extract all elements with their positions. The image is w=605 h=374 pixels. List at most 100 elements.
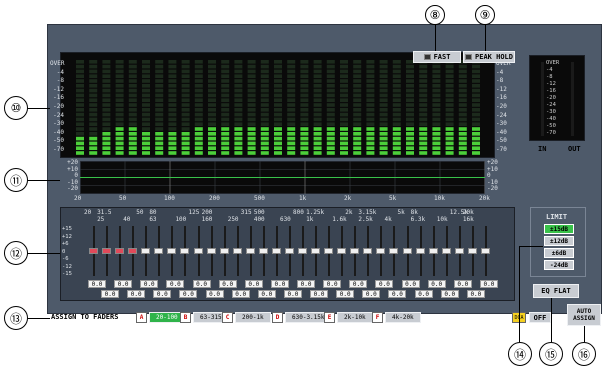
limit-option[interactable]: ±12dB bbox=[544, 236, 574, 246]
fader-knob[interactable] bbox=[454, 248, 464, 254]
fader-value[interactable]: 0.0 bbox=[453, 280, 472, 288]
auto-assign-button[interactable]: AUTO ASSIGN bbox=[567, 304, 601, 326]
meter-segment bbox=[115, 132, 124, 136]
fader-value[interactable]: 0.0 bbox=[270, 280, 289, 288]
fader-knob[interactable] bbox=[206, 248, 216, 254]
fader-freq-label: 100 bbox=[175, 216, 187, 223]
fader-knob[interactable] bbox=[102, 248, 112, 254]
fader-knob[interactable] bbox=[337, 248, 347, 254]
fader-knob[interactable] bbox=[363, 248, 373, 254]
eq-flat-button[interactable]: EQ FLAT bbox=[533, 284, 579, 298]
fader-knob[interactable] bbox=[324, 248, 334, 254]
fader-knob[interactable] bbox=[415, 248, 425, 254]
callout-8: ⑧ bbox=[425, 5, 445, 25]
fader-value[interactable]: 0.0 bbox=[297, 280, 316, 288]
meter-segment bbox=[155, 108, 164, 112]
limit-option[interactable]: ±6dB bbox=[544, 248, 574, 258]
meter-segment bbox=[458, 98, 467, 102]
fader-knob[interactable] bbox=[350, 248, 360, 254]
fader-knob[interactable] bbox=[128, 248, 138, 254]
meter-segment bbox=[260, 103, 269, 107]
fader-value[interactable]: 0.0 bbox=[388, 290, 407, 298]
fader-value[interactable]: 0.0 bbox=[375, 280, 394, 288]
fader-value[interactable]: 0.0 bbox=[310, 290, 329, 298]
fader-value[interactable]: 0.0 bbox=[101, 290, 120, 298]
meter-segment bbox=[128, 103, 137, 107]
meter-segment bbox=[379, 74, 388, 78]
fader-knob[interactable] bbox=[154, 248, 164, 254]
meter-segment bbox=[406, 79, 414, 83]
off-button[interactable]: OFF bbox=[529, 312, 551, 323]
meter-scale-label: -40 bbox=[53, 128, 64, 136]
meter-segment bbox=[181, 151, 190, 155]
fader-knob[interactable] bbox=[89, 248, 98, 254]
assign-group-e[interactable]: E 2k-10k bbox=[324, 312, 373, 323]
meter-segment bbox=[234, 127, 243, 131]
callout-16-leader bbox=[584, 326, 585, 342]
fader-value[interactable]: 0.0 bbox=[218, 280, 237, 288]
fader-knob[interactable] bbox=[284, 248, 294, 254]
fader-knob[interactable] bbox=[428, 248, 438, 254]
peak-hold-button[interactable]: PEAK HOLD bbox=[463, 51, 515, 63]
fader-value[interactable]: 0.0 bbox=[153, 290, 172, 298]
fader-knob[interactable] bbox=[402, 248, 412, 254]
meter-segment bbox=[208, 146, 216, 150]
fader-knob[interactable] bbox=[115, 248, 125, 254]
fader-value[interactable]: 0.0 bbox=[231, 290, 250, 298]
fader-knob[interactable] bbox=[271, 248, 281, 254]
fader-knob[interactable] bbox=[389, 248, 399, 254]
fader-knob[interactable] bbox=[480, 248, 490, 254]
fader-knob[interactable] bbox=[232, 248, 242, 254]
limit-option[interactable]: ±15dB bbox=[544, 224, 574, 234]
meter-segment bbox=[89, 136, 98, 141]
fader-value[interactable]: 0.0 bbox=[179, 290, 198, 298]
meter-segment bbox=[458, 88, 467, 93]
fader-knob[interactable] bbox=[193, 248, 203, 254]
meter-segment bbox=[458, 93, 467, 98]
fader-value[interactable]: 0.0 bbox=[114, 280, 133, 288]
fader-knob[interactable] bbox=[311, 248, 321, 254]
fader-knob[interactable] bbox=[298, 248, 308, 254]
fader-value[interactable]: 0.0 bbox=[362, 290, 381, 298]
fader-value[interactable]: 0.0 bbox=[140, 280, 159, 288]
fader-knob[interactable] bbox=[467, 248, 477, 254]
fader-value[interactable]: 0.0 bbox=[401, 280, 420, 288]
fader-knob[interactable] bbox=[180, 248, 190, 254]
meter-segment bbox=[445, 141, 454, 146]
assign-group-c[interactable]: C 200-1k bbox=[222, 312, 271, 323]
fader-value[interactable]: 0.0 bbox=[479, 280, 498, 288]
limit-option[interactable]: -24dB bbox=[544, 260, 574, 270]
fader-knob[interactable] bbox=[167, 248, 177, 254]
fader-knob[interactable] bbox=[219, 248, 229, 254]
meter-segment bbox=[194, 60, 203, 64]
fader-value[interactable]: 0.0 bbox=[349, 280, 368, 288]
fader-value[interactable]: 0.0 bbox=[192, 280, 211, 288]
fader-value[interactable]: 0.0 bbox=[205, 290, 224, 298]
fader-knob[interactable] bbox=[441, 248, 451, 254]
fader-value[interactable]: 0.0 bbox=[427, 280, 446, 288]
fader-knob[interactable] bbox=[245, 248, 255, 254]
meter-segment bbox=[445, 127, 454, 131]
meter-segment bbox=[128, 60, 137, 64]
fader-value[interactable]: 0.0 bbox=[466, 290, 485, 298]
assign-group-a[interactable]: A 20-100 bbox=[136, 312, 185, 323]
fader-value[interactable]: 0.0 bbox=[166, 280, 185, 288]
meter-segment bbox=[115, 117, 124, 122]
fader-value[interactable]: 0.0 bbox=[283, 290, 302, 298]
fader-value[interactable]: 0.0 bbox=[257, 290, 276, 298]
meter-segment bbox=[287, 146, 296, 150]
fader-knob[interactable] bbox=[258, 248, 268, 254]
assign-group-d[interactable]: D 630-3.15k bbox=[272, 312, 332, 323]
fader-knob[interactable] bbox=[376, 248, 386, 254]
fader-value[interactable]: 0.0 bbox=[127, 290, 146, 298]
fader-value[interactable]: 0.0 bbox=[323, 280, 342, 288]
fader-value[interactable]: 0.0 bbox=[336, 290, 355, 298]
fader-value[interactable]: 0.0 bbox=[440, 290, 459, 298]
fast-button[interactable]: FAST bbox=[413, 51, 461, 63]
fader-value[interactable]: 0.0 bbox=[88, 280, 106, 288]
fader-value[interactable]: 0.0 bbox=[244, 280, 263, 288]
fader-value[interactable]: 0.0 bbox=[414, 290, 433, 298]
fader-knob[interactable] bbox=[141, 248, 151, 254]
meter-segment bbox=[406, 103, 414, 107]
assign-group-f[interactable]: F 4k-20k bbox=[372, 312, 421, 323]
